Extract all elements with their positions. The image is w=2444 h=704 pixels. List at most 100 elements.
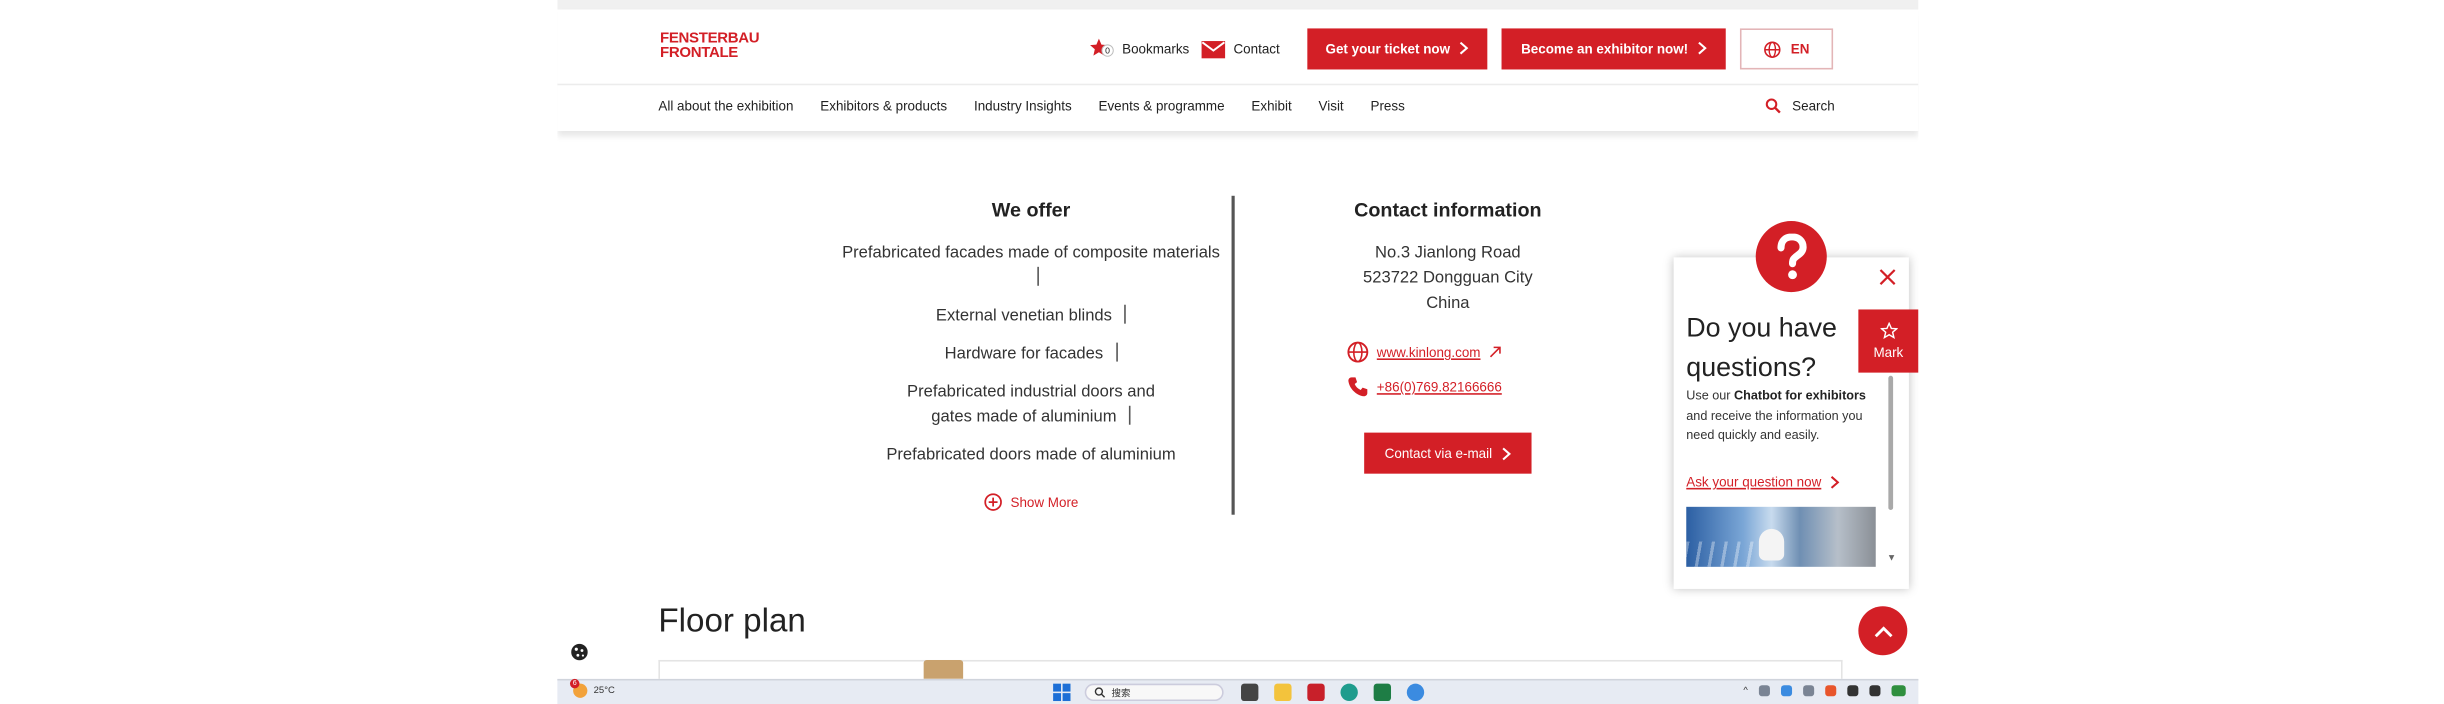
search-icon [1094,687,1106,698]
phone-link[interactable]: +86(0)769.82166666 [1347,376,1568,398]
screen: FENSTERBAU FRONTALE 0 Bookmarks Contact … [0,0,2444,704]
offer-item-text: Prefabricated facades made of composite … [842,243,1220,263]
website-link[interactable]: www.kinlong.com [1347,341,1568,363]
show-more-label: Show More [1010,494,1079,510]
tray-app-icon[interactable] [1780,685,1793,697]
offer-item: Hardware for facades [842,341,1221,366]
task-view-icon[interactable] [1241,683,1259,702]
system-tray: ^ [1743,685,1906,697]
language-label: EN [1790,41,1810,57]
search-button[interactable]: Search [1765,97,1835,114]
become-exhibitor-button[interactable]: Become an exhibitor now! [1502,28,1727,70]
wifi-icon[interactable] [1847,685,1859,697]
os-taskbar: 6 25°C 搜索 ^ [557,678,1919,704]
nav-item-insights[interactable]: Industry Insights [974,98,1072,114]
bookmarks-link[interactable]: 0 Bookmarks [1089,38,1189,60]
bookmarks-label: Bookmarks [1122,41,1190,57]
offer-item: Prefabricated doors made of aluminium [842,442,1221,467]
offer-item: External venetian blinds [842,303,1221,328]
contact-link[interactable]: Contact [1201,40,1280,58]
weather-temp: 25°C [593,686,615,696]
nav-item-events[interactable]: Events & programme [1099,98,1225,114]
contact-title: Contact information [1354,198,1542,222]
tray-app-icon[interactable] [1803,685,1815,697]
external-link-icon [1488,346,1501,359]
site-logo[interactable]: FENSTERBAU FRONTALE [659,31,760,62]
taskbar-search[interactable]: 搜索 [1084,683,1224,702]
floor-plan-frame [658,659,1843,679]
battery-icon[interactable] [1891,685,1906,697]
phone-label: +86(0)769.82166666 [1376,378,1502,395]
file-explorer-icon[interactable] [1274,683,1292,702]
close-icon[interactable] [1879,268,1896,285]
chevron-right-icon [1829,474,1839,488]
search-icon [1765,98,1781,114]
chevron-right-icon [1698,40,1708,57]
show-more-button[interactable]: Show More [842,493,1221,512]
taskbar-search-placeholder: 搜索 [1111,689,1131,700]
we-offer-section: We offer Prefabricated facades made of c… [842,199,1221,512]
top-strip [557,0,1919,10]
site-header: FENSTERBAU FRONTALE 0 Bookmarks Contact … [557,9,1919,132]
nav-item-exhibitors[interactable]: Exhibitors & products [820,98,947,114]
mark-button[interactable]: Mark [1858,309,1919,373]
ask-question-label: Ask your question now [1686,473,1822,490]
edge-browser-icon[interactable] [1340,683,1358,702]
contact-section: Contact information No.3 Jianlong Road 5… [1328,199,1568,474]
offer-item-text: Prefabricated industrial doors and gates… [907,382,1155,427]
website-label: www.kinlong.com [1376,344,1481,360]
language-button[interactable]: EN [1740,28,1834,70]
chevron-up-icon [1873,624,1892,637]
chatbot-scrollbar[interactable] [1888,375,1894,510]
excel-icon[interactable] [1373,683,1392,702]
bookmark-star-icon: 0 [1089,38,1114,60]
back-to-top-button[interactable] [1858,606,1908,656]
ask-question-link[interactable]: Ask your question now [1686,473,1839,490]
chevron-right-icon [1502,446,1512,460]
globe-icon [1347,341,1369,363]
offer-item-text: External venetian blinds [935,306,1112,326]
tray-app-icon[interactable] [1758,685,1770,697]
nav-item-exhibit[interactable]: Exhibit [1251,98,1291,114]
address-line: China [1426,293,1470,313]
main-nav: All about the exhibition Exhibitors & pr… [658,98,1431,114]
offer-item: Prefabricated industrial doors and gates… [842,379,1221,430]
question-mark-icon [1755,221,1827,293]
phone-icon [1347,376,1369,398]
floor-plan-tab[interactable] [923,659,964,679]
pdf-reader-icon[interactable] [1307,683,1325,702]
nav-item-press[interactable]: Press [1371,98,1405,114]
become-exhibitor-label: Become an exhibitor now! [1521,41,1689,57]
chatbot-text-post: and receive the information you need qui… [1686,408,1863,443]
weather-badge: 6 [569,678,580,689]
cookie-settings-icon[interactable] [570,643,589,662]
weather-sun-icon: 6 [569,678,588,698]
offer-item: Prefabricated facades made of composite … [842,240,1221,291]
search-label: Search [1792,97,1835,114]
chatbot-text: Use our Chatbot for exhibitors and recei… [1686,387,1888,446]
mark-label: Mark [1873,344,1904,360]
nav-item-visit[interactable]: Visit [1319,98,1344,114]
offer-item-text: Hardware for facades [944,344,1104,364]
logo-line-2: FRONTALE [659,44,739,62]
header-divider [557,83,1919,86]
get-ticket-label: Get your ticket now [1325,41,1451,57]
we-offer-title: We offer [991,198,1071,222]
scroll-down-arrow-icon[interactable]: ▼ [1887,554,1896,563]
star-outline-icon [1879,322,1898,340]
chevron-up-icon[interactable]: ^ [1743,686,1747,695]
robot-figure [1758,528,1785,561]
plus-circle-icon [984,493,1003,512]
get-ticket-button[interactable]: Get your ticket now [1306,28,1488,70]
volume-icon[interactable] [1869,685,1881,697]
contact-email-button[interactable]: Contact via e-mail [1364,432,1532,474]
chat-app-icon[interactable] [1406,683,1425,702]
windows-start-icon[interactable] [1053,683,1071,702]
weather-widget[interactable]: 6 25°C [569,678,615,698]
address-line: 523722 Dongguan City [1363,268,1533,288]
tray-app-icon[interactable] [1825,685,1837,697]
offer-item-text: Prefabricated doors made of aluminium [886,445,1176,465]
contact-address: No.3 Jianlong Road 523722 Dongguan City … [1328,240,1568,316]
nav-item-about[interactable]: All about the exhibition [658,98,793,114]
chatbot-text-pre: Use our [1686,388,1735,403]
